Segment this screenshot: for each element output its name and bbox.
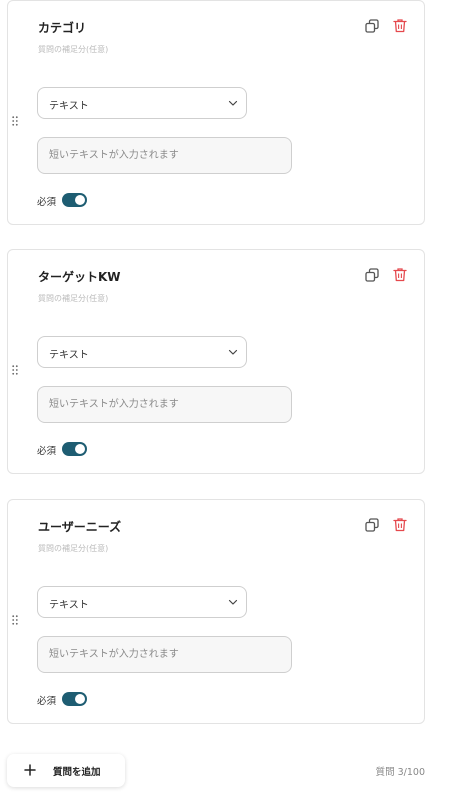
required-toggle[interactable] — [62, 692, 87, 706]
toggle-knob — [75, 444, 85, 454]
answer-type-value: テキスト — [49, 600, 89, 611]
answer-type-select[interactable]: テキスト — [37, 336, 247, 368]
answer-type-select[interactable]: テキスト — [37, 87, 247, 119]
required-label: 必須 — [37, 696, 57, 707]
trash-icon[interactable] — [393, 18, 407, 33]
duplicate-icon[interactable] — [365, 268, 379, 282]
plus-icon — [24, 764, 36, 776]
question-title[interactable]: ユーザーニーズ — [38, 518, 121, 535]
add-question-button[interactable]: 質問を追加 — [7, 754, 125, 787]
chevron-down-icon — [228, 349, 238, 355]
question-title[interactable]: カテゴリ — [38, 19, 86, 36]
answer-preview-input[interactable] — [37, 137, 292, 174]
answer-type-select[interactable]: テキスト — [37, 586, 247, 618]
trash-icon[interactable] — [393, 267, 407, 282]
required-label: 必須 — [37, 197, 57, 208]
question-counter: 質問 3/100 — [375, 767, 425, 778]
question-description[interactable]: 質問の補足分(任意) — [38, 543, 108, 554]
required-toggle[interactable] — [62, 442, 87, 456]
chevron-down-icon — [228, 599, 238, 605]
question-card: ユーザーニーズ 質問の補足分(任意) テキスト 必須 — [7, 499, 425, 724]
answer-preview-input[interactable] — [37, 386, 292, 423]
answer-type-value: テキスト — [49, 101, 89, 112]
answer-preview-input[interactable] — [37, 636, 292, 673]
question-card: ターゲットKW 質問の補足分(任意) テキスト 必須 — [7, 249, 425, 474]
drag-handle-icon[interactable] — [12, 365, 18, 375]
toggle-knob — [75, 195, 85, 205]
required-toggle[interactable] — [62, 193, 87, 207]
answer-type-value: テキスト — [49, 350, 89, 361]
required-label: 必須 — [37, 446, 57, 457]
question-description[interactable]: 質問の補足分(任意) — [38, 44, 108, 55]
drag-handle-icon[interactable] — [12, 615, 18, 625]
add-question-label: 質問を追加 — [53, 767, 101, 778]
question-card: カテゴリ 質問の補足分(任意) テキスト 必須 — [7, 0, 425, 225]
drag-handle-icon[interactable] — [12, 116, 18, 126]
duplicate-icon[interactable] — [365, 518, 379, 532]
question-description[interactable]: 質問の補足分(任意) — [38, 293, 108, 304]
chevron-down-icon — [228, 100, 238, 106]
question-title[interactable]: ターゲットKW — [38, 268, 121, 285]
trash-icon[interactable] — [393, 517, 407, 532]
duplicate-icon[interactable] — [365, 19, 379, 33]
toggle-knob — [75, 694, 85, 704]
